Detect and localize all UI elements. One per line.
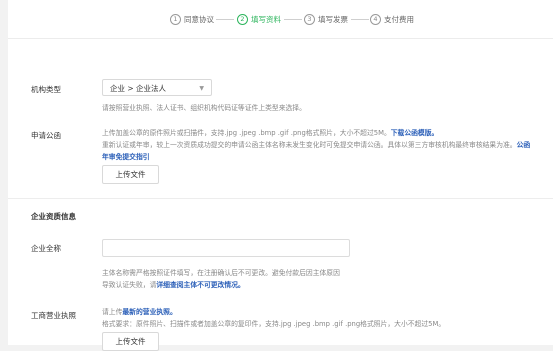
company-name-input[interactable] <box>102 239 350 257</box>
letter-exempt-link[interactable]: 公函 <box>517 141 531 149</box>
letter-label: 申请公函 <box>31 131 61 140</box>
letter-hint-1: 上传加盖公章的原件照片或扫描件，支持.jpg .jpeg .bmp .gif .… <box>102 129 439 137</box>
chevron-down-icon: ▼ <box>199 85 204 92</box>
subject-rules-link[interactable]: 详细查阅主体不可更改情况。 <box>156 281 244 289</box>
company-name-hint-1: 主体名称需严格按照证件填写，在注册确认后不可更改。避免付款后因主体原因 <box>102 269 340 277</box>
step-1: 1 同意协议 <box>170 12 214 26</box>
steps-bar: 1 同意协议 2 填写资料 3 填写发票 4 支付费用 <box>8 0 553 39</box>
form-panel: 1 同意协议 2 填写资料 3 填写发票 4 支付费用 机构类型 企业 > 企业… <box>8 0 553 351</box>
step-4-label: 支付费用 <box>384 14 414 24</box>
org-type-label: 机构类型 <box>31 85 61 94</box>
license-hint-1: 请上传最新的营业执照。 <box>102 308 177 316</box>
org-type-hint: 请按照营业执照、法人证书、组织机构代码证等证件上类型来选择。 <box>102 104 306 112</box>
step-separator <box>284 19 302 20</box>
company-section-title: 企业资质信息 <box>31 212 76 221</box>
step-3-label: 填写发票 <box>318 14 348 24</box>
company-name-hint-2: 导致认证失败，请详细查阅主体不可更改情况。 <box>102 281 245 289</box>
letter-hint-3: 年审免提交指引 <box>102 151 150 161</box>
step-separator <box>351 19 369 20</box>
company-name-label: 企业全称 <box>31 244 61 253</box>
step-4: 4 支付费用 <box>370 12 414 26</box>
download-template-link[interactable]: 下载公函模版。 <box>391 129 439 137</box>
letter-annual-guide-link[interactable]: 年审免提交指引 <box>102 153 150 161</box>
step-2-label: 填写资料 <box>251 14 281 24</box>
step-1-label: 同意协议 <box>184 14 214 24</box>
latest-license-link[interactable]: 最新的营业执照。 <box>122 308 176 316</box>
section-divider <box>8 198 553 199</box>
org-type-select[interactable]: 企业 > 企业法人 ▼ <box>102 79 212 96</box>
step-separator <box>216 19 234 20</box>
step-3: 3 填写发票 <box>304 12 348 26</box>
upload-letter-button[interactable]: 上传文件 <box>102 165 159 184</box>
license-hint-2: 格式要求：原件照片、扫描件或者加盖公章的复印件，支持.jpg .jpeg .bm… <box>102 320 446 328</box>
step-2: 2 填写资料 <box>237 12 281 26</box>
license-label: 工商营业执照 <box>31 311 76 320</box>
letter-hint-2: 重新认证或年审，较上一次资质成功提交的申请公函主体名称未发生变化时可免提交申请公… <box>102 141 531 149</box>
upload-license-button[interactable]: 上传文件 <box>102 332 159 351</box>
org-type-selected: 企业 > 企业法人 <box>110 84 167 93</box>
